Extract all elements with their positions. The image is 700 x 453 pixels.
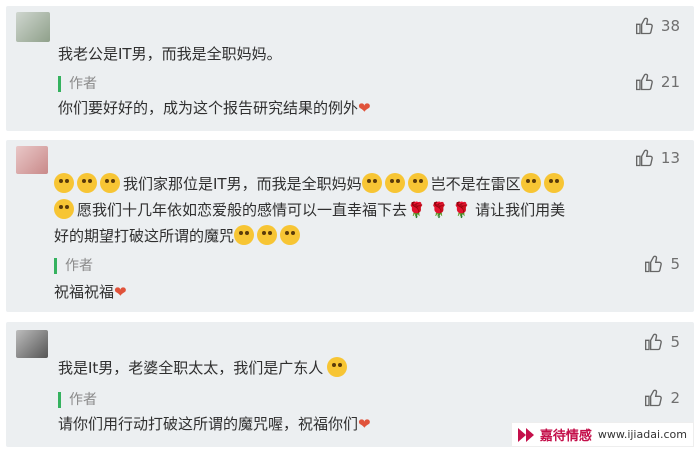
laugh-emoji-icon xyxy=(54,173,74,193)
reply-like-button[interactable]: 21 xyxy=(635,72,680,92)
comment-text-line: 愿我们十几年依如恋爱般的感情可以一直幸福下去🌹 🌹 🌹 请让我们用美 xyxy=(54,198,565,222)
reply-author: 作者 xyxy=(58,76,97,92)
facepalm-emoji-icon xyxy=(361,173,382,193)
laugh-emoji-icon xyxy=(77,173,97,193)
reply-like-count: 2 xyxy=(670,389,680,407)
like-button[interactable]: 5 xyxy=(644,332,680,352)
like-button[interactable]: 38 xyxy=(635,16,680,36)
thumbs-up-icon xyxy=(645,333,663,351)
comment-card: 13 我们家那位是IT男，而我是全职妈妈 岂不是在雷区 愿我们十几年依如恋爱般的感… xyxy=(6,140,694,312)
reply-author: 作者 xyxy=(58,392,97,408)
logo-icon xyxy=(517,427,534,442)
rose-icon: 🌹 xyxy=(407,201,426,219)
reply-like-count: 5 xyxy=(670,255,680,273)
reply-like-button[interactable]: 5 xyxy=(644,254,680,274)
heart-icon: ❤ xyxy=(358,99,371,117)
grin-emoji-icon xyxy=(280,225,301,245)
thumbs-up-icon xyxy=(635,73,653,91)
comment-card: 我老公是IT男，而我是全职妈妈。 38 作者 21 你们要好好的，成为这个报告研… xyxy=(6,6,694,131)
heart-icon: ❤ xyxy=(114,283,127,301)
watermark-brand: 嘉待情感 xyxy=(539,429,592,444)
comment-text: 我老公是IT男，而我是全职妈妈。 xyxy=(58,45,282,63)
comment-text-line: 我们家那位是IT男，而我是全职妈妈 岂不是在雷区 xyxy=(54,172,567,196)
watermark: 嘉待情感 www.ijiadai.com xyxy=(510,422,694,447)
thumbs-up-icon xyxy=(635,149,653,167)
rose-icon: 🌹 xyxy=(452,201,472,219)
grin-emoji-icon xyxy=(234,225,255,245)
facepalm-emoji-icon xyxy=(384,173,405,193)
thumbs-up-icon xyxy=(645,255,663,273)
thumbs-up-icon xyxy=(635,17,653,35)
reply-like-count: 21 xyxy=(660,73,680,91)
avatar[interactable] xyxy=(16,12,50,42)
watermark-url: www.ijiadai.com xyxy=(597,428,687,441)
comment-text: 我是It男，老婆全职太太，我们是广东人 xyxy=(58,356,350,380)
facepalm-emoji-icon xyxy=(407,173,428,193)
grin-emoji-icon xyxy=(257,225,278,245)
comment-text-line: 好的期望打破这所谓的魔咒 xyxy=(54,224,303,248)
like-count: 13 xyxy=(660,149,680,167)
awkward-emoji-icon xyxy=(543,173,564,193)
like-button[interactable]: 13 xyxy=(635,148,680,168)
rose-icon: 🌹 xyxy=(429,201,449,219)
reply-text: 请你们用行动打破这所谓的魔咒喔，祝福你们❤ xyxy=(58,415,371,433)
reply-text: 你们要好好的，成为这个报告研究结果的例外❤ xyxy=(58,99,371,117)
thumbs-up-icon xyxy=(645,389,663,407)
like-count: 5 xyxy=(670,333,680,351)
reply-text: 祝福祝福❤ xyxy=(54,283,127,301)
reply-author: 作者 xyxy=(54,258,93,274)
smile-emoji-icon xyxy=(327,357,348,377)
reply-like-button[interactable]: 2 xyxy=(644,388,680,408)
laugh-emoji-icon xyxy=(100,173,120,193)
like-count: 38 xyxy=(660,17,680,35)
avatar[interactable] xyxy=(16,146,48,174)
awkward-emoji-icon xyxy=(520,173,541,193)
heart-icon: ❤ xyxy=(358,415,371,433)
avatar[interactable] xyxy=(16,330,48,358)
awkward-emoji-icon xyxy=(54,199,74,219)
